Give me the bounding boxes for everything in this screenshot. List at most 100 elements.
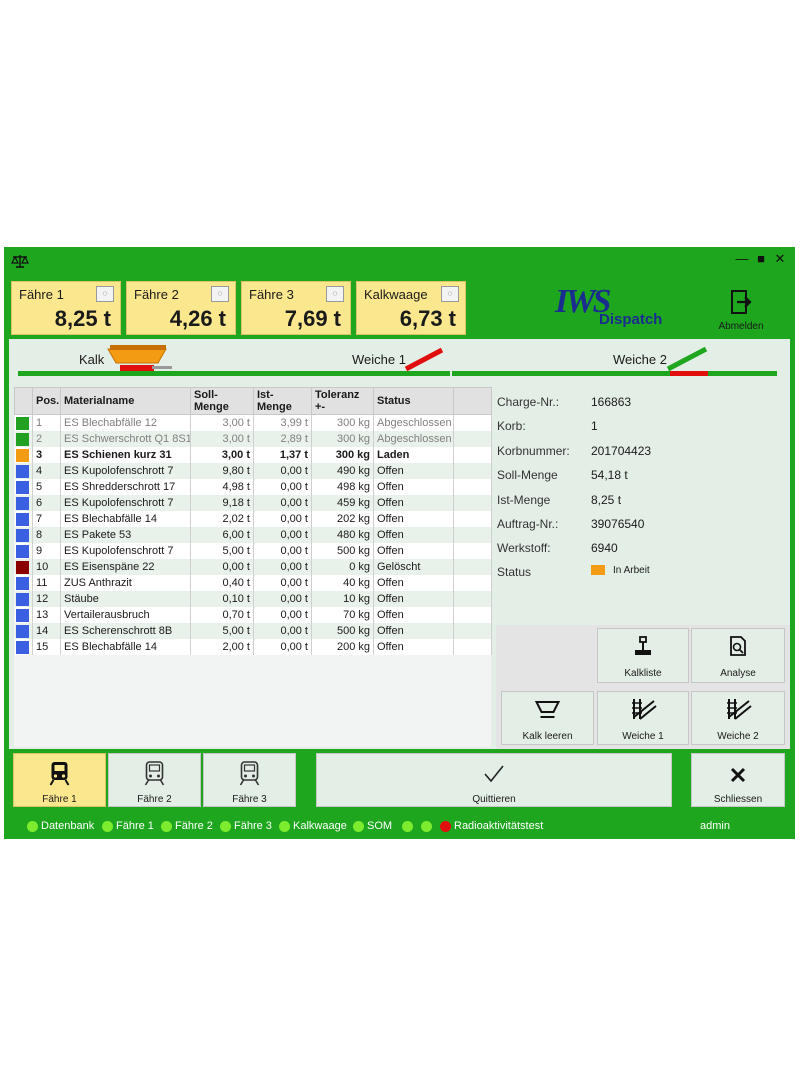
cell-materialname: Vertailerausbruch [60,607,191,623]
analyse-button[interactable]: Analyse [691,628,785,683]
maximize-icon[interactable]: ■ [754,251,768,267]
cell-status: Abgeschlossen [373,414,454,431]
table-row[interactable]: 13 Vertailerausbruch 0,70 t 0,00 t 70 kg Offe… [14,607,492,623]
table-row[interactable]: 8 ES Pakete 53 6,00 t 0,00 t 480 kg Offen [14,527,492,543]
table-row[interactable]: 10 ES Eisenspäne 22 0,00 t 0,00 t0 kg Gelösc… [14,559,492,575]
cell-ist-menge: 0,00 t [253,639,312,655]
cell-ist-menge: 0,00 t [253,495,312,511]
scale-value: 7,69 t [284,306,341,331]
train-icon [144,761,165,786]
status-color-swatch [15,560,29,574]
table-row[interactable]: 1 ES Blechabfälle 12 3,00 t 3,99 t 300 kg Abg… [14,414,492,431]
cell-soll-menge: 3,00 t [190,414,254,431]
status-color-swatch [15,448,29,462]
cell-toleranz: 202 kg [311,511,374,527]
cell-status: Offen [373,591,454,607]
faehre1-tab-button[interactable]: Fähre 1 [13,753,106,807]
status-color-swatch [15,480,29,494]
cell-status: Offen [373,575,454,591]
logout-button[interactable]: Abmelden [713,285,769,335]
row-color-swatch [14,607,33,623]
faehre2-tab-button[interactable]: Fähre 2 [108,753,201,807]
cell-extra [453,575,492,591]
cell-materialname: ES Blechabfälle 12 [60,414,191,431]
info-status-value: In Arbeit [591,565,781,576]
status-text: In Arbeit [613,565,650,576]
table-row[interactable]: 5 ES Shredderschrott 17 4,98 t 0,00 t 498 kg… [14,479,492,495]
col-header-toleranz[interactable]: Toleranz +- [311,387,374,415]
cell-pos: 11 [32,575,61,591]
col-header-ist[interactable]: Ist-Menge [253,387,312,415]
title-bar: — ■ ✕ [4,247,795,275]
col-header-pos[interactable]: Pos. [32,387,61,415]
quittieren-button[interactable]: Quittieren [316,753,672,807]
table-row[interactable]: 9 ES Kupolofenschrott 7 5,00 t 0,00 t 500 kg… [14,543,492,559]
table-row[interactable]: 3 ES Schienen kurz 31 3,00 t 1,37 t 300 kg La… [14,447,492,463]
table-row[interactable]: 12 Stäube 0,10 t 0,00 t 10 kg Offen [14,591,492,607]
table-row[interactable]: 6 ES Kupolofenschrott 7 9,18 t 0,00 t 459 kg… [14,495,492,511]
col-header-color [14,387,33,415]
cell-toleranz: 0 kg [311,559,374,575]
minimize-icon[interactable]: — [735,251,749,267]
row-color-swatch [14,431,33,447]
tare-icon[interactable]: ◌ [326,286,344,302]
schliessen-button[interactable]: Schliessen [691,753,785,807]
faehre2-label: Fähre 2 [137,794,172,805]
track-label-weiche1: Weiche 1 [352,352,406,367]
table-row[interactable]: 14 ES Scherenschrott 8B 5,00 t 0,00 t 500 kg… [14,623,492,639]
kalkliste-label: Kalkliste [624,668,662,679]
scale-value: 6,73 t [399,306,456,331]
row-color-swatch [14,543,33,559]
scale-label: Fähre 2 [134,287,179,302]
table-row[interactable]: 11 ZUS Anthrazit 0,40 t 0,00 t 40 kg Offen [14,575,492,591]
tare-icon[interactable]: ◌ [96,286,114,302]
close-icon[interactable]: ✕ [773,251,787,267]
cell-pos: 6 [32,495,61,511]
cell-soll-menge: 4,98 t [190,479,254,495]
col-header-soll[interactable]: Soll-Menge [190,387,254,415]
weiche1-button[interactable]: Weiche 1 [597,691,689,745]
cell-extra [453,607,492,623]
tare-icon[interactable]: ◌ [211,286,229,302]
cell-pos: 13 [32,607,61,623]
cell-status: Offen [373,463,454,479]
status-color-swatch [15,640,29,654]
app-window: — ■ ✕ Fähre 1 ◌ 8,25 t Fähre 2 ◌ 4,26 t … [4,247,795,839]
table-row[interactable]: 4 ES Kupolofenschrott 7 9,80 t 0,00 t 490 kg… [14,463,492,479]
cell-extra [453,591,492,607]
cell-status: Offen [373,607,454,623]
cell-materialname: ES Kupolofenschrott 7 [60,463,191,479]
cell-extra [453,479,492,495]
status-label: Fähre 2 [175,820,213,832]
cell-soll-menge: 3,00 t [190,447,254,463]
kalkliste-button[interactable]: Kalkliste [597,628,689,683]
status-color-swatch [15,464,29,478]
cell-ist-menge: 0,00 t [253,479,312,495]
row-color-swatch [14,591,33,607]
cell-pos: 9 [32,543,61,559]
col-header-materialname[interactable]: Materialname [60,387,191,415]
status-led-datenbank [27,821,38,832]
table-row[interactable]: 15 ES Blechabfälle 14 2,00 t 0,00 t 200 kg Of… [14,639,492,655]
faehre3-tab-button[interactable]: Fähre 3 [203,753,296,807]
track-line [452,371,777,376]
tare-icon[interactable]: ◌ [441,286,459,302]
table-row[interactable]: 2 ES Schwerschrott Q1 8S1 3,00 t 2,89 t 300 … [14,431,492,447]
table-header-row: Pos. Materialname Soll-Menge Ist-Menge T… [14,387,492,415]
info-key: Korb: [497,419,526,433]
cell-materialname: ES Scherenschrott 8B [60,623,191,639]
weiche2-button[interactable]: Weiche 2 [691,691,785,745]
logout-label: Abmelden [718,321,764,332]
logo-product: Dispatch [599,311,663,328]
cell-toleranz: 10 kg [311,591,374,607]
kalk-leeren-button[interactable]: Kalk leeren [501,691,594,745]
iws-dispatch-logo: IWS Dispatch [555,283,675,333]
cell-toleranz: 40 kg [311,575,374,591]
cell-materialname: ZUS Anthrazit [60,575,191,591]
material-table-area: Pos. Materialname Soll-Menge Ist-Menge T… [14,387,492,747]
cell-soll-menge: 9,18 t [190,495,254,511]
cell-soll-menge: 0,40 t [190,575,254,591]
table-row[interactable]: 7 ES Blechabfälle 14 2,02 t 0,00 t 202 kg Off… [14,511,492,527]
col-header-status[interactable]: Status [373,387,454,415]
cell-ist-menge: 0,00 t [253,527,312,543]
